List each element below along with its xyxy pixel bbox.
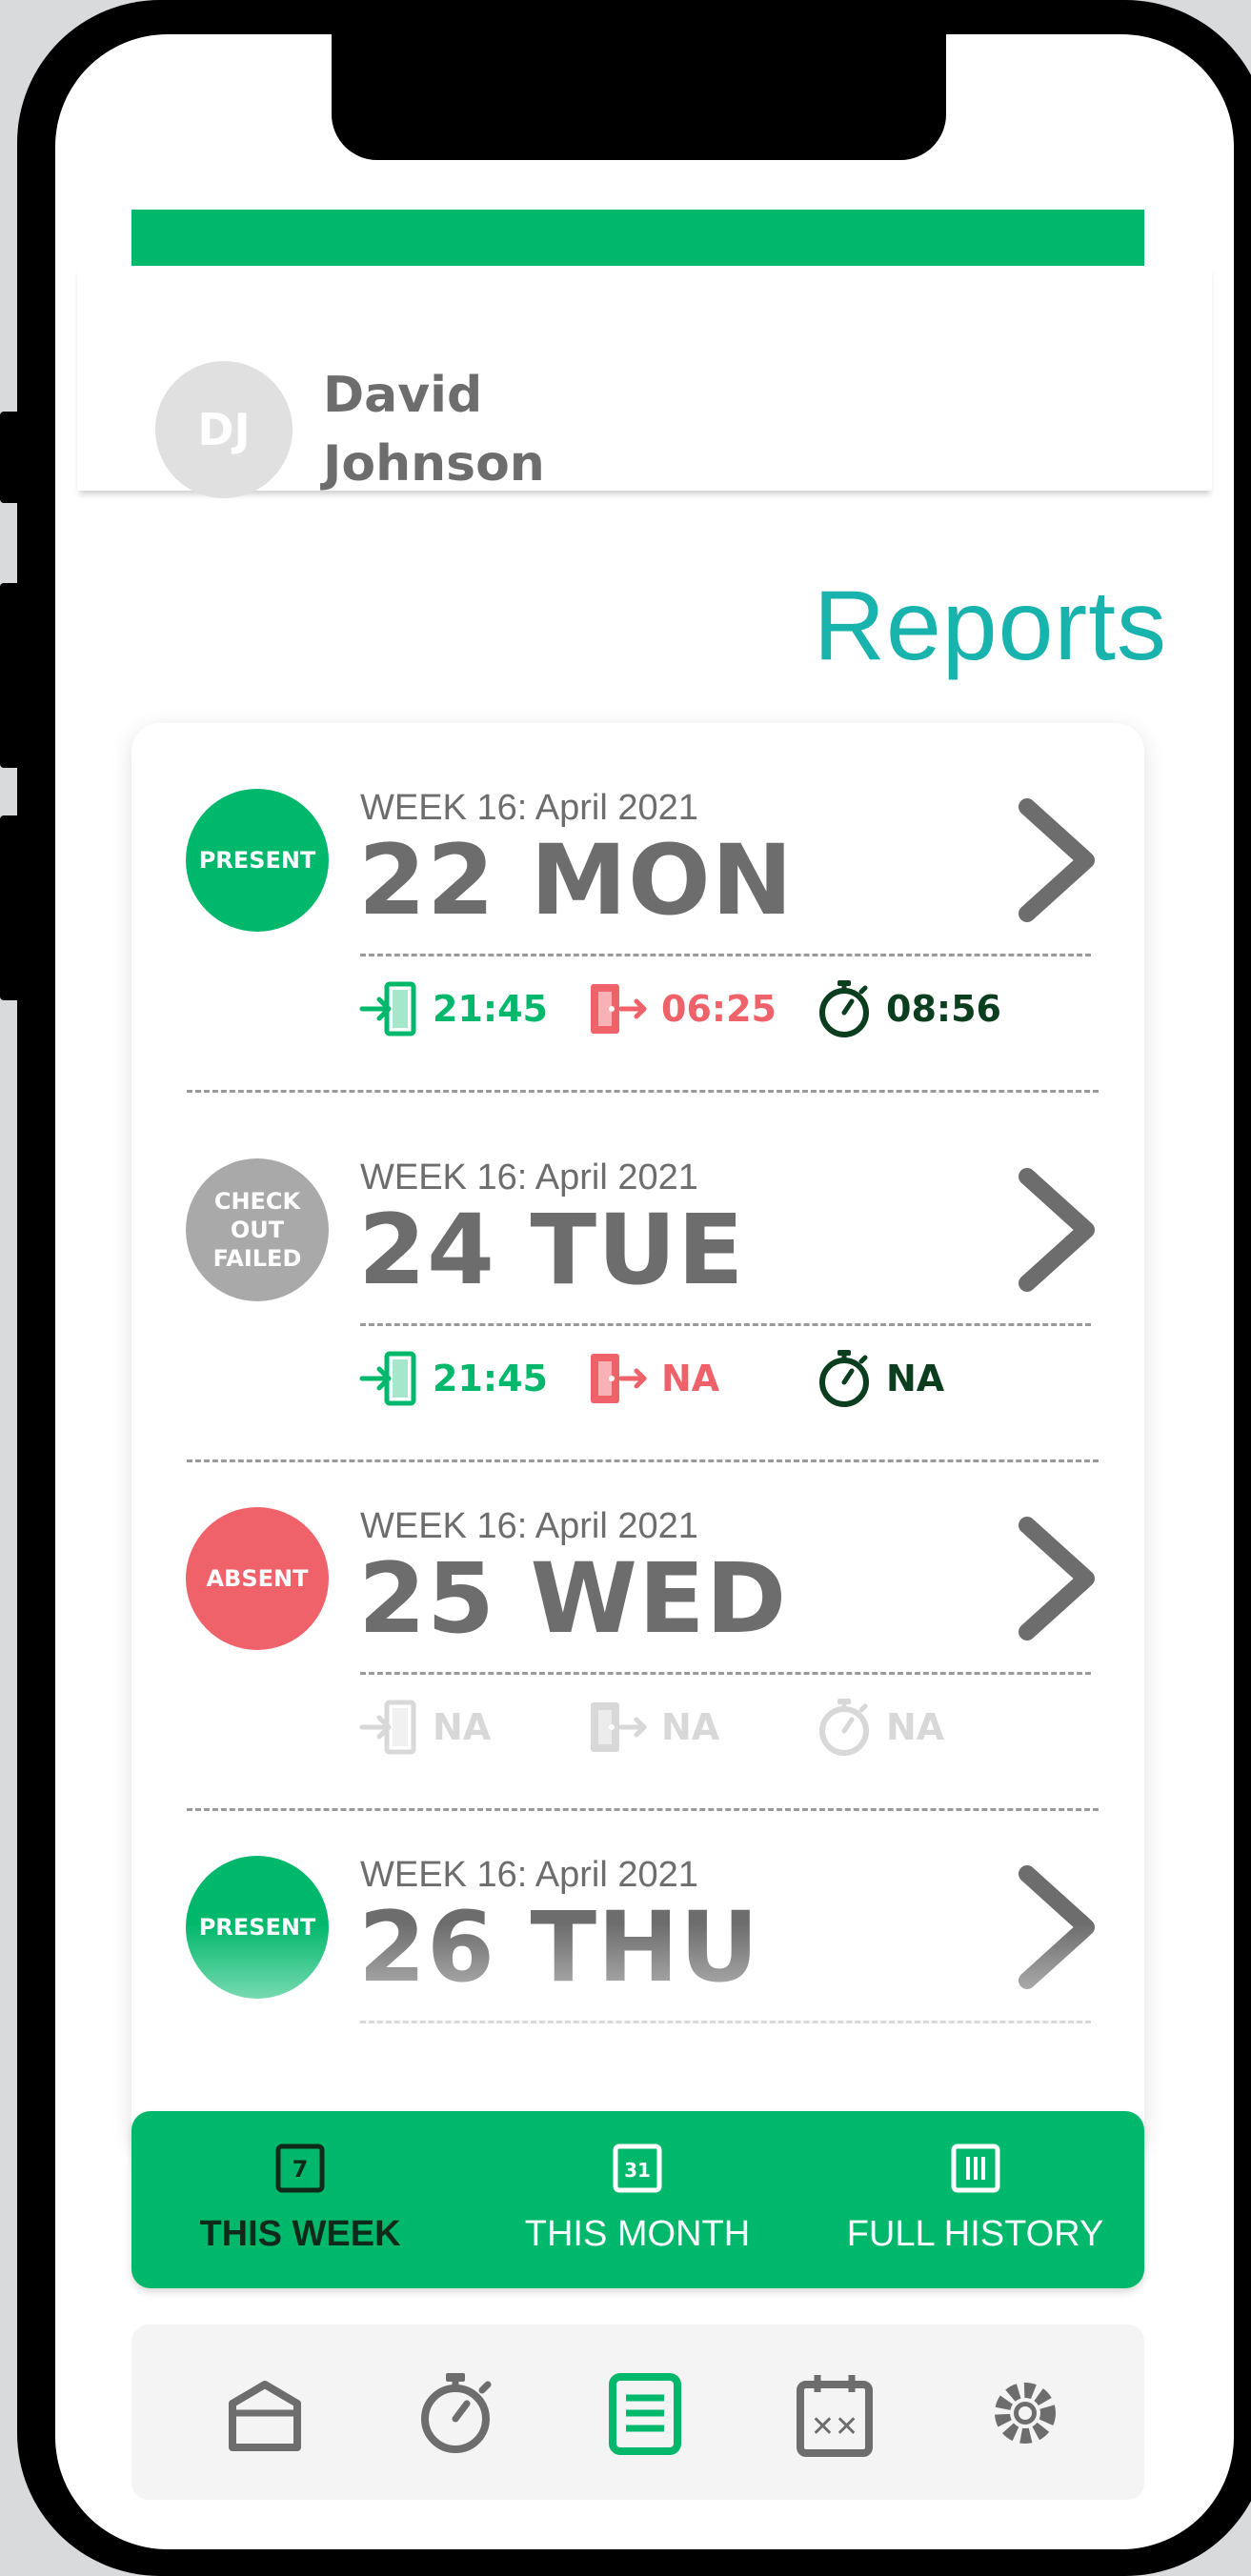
stopwatch-icon[interactable]	[410, 2367, 501, 2459]
tab-label: THIS WEEK	[199, 2214, 401, 2254]
tab-label: THIS MONTH	[524, 2214, 751, 2254]
reports-icon[interactable]	[599, 2367, 691, 2459]
duration-time: NA	[812, 1697, 944, 1758]
report-item[interactable]: PRESENT WEEK 16: April 2021 22 MON 21:45…	[131, 723, 1144, 1093]
history-columns-icon	[951, 2143, 999, 2193]
tab-this-week[interactable]: 7 THIS WEEK	[131, 2111, 469, 2288]
check-out-time: NA	[587, 1697, 719, 1758]
svg-text:31: 31	[624, 2159, 651, 2182]
tab-label: FULL HISTORY	[846, 2214, 1104, 2254]
duration-time: 08:56	[812, 978, 1001, 1039]
bottom-navigation: ✕✕	[131, 2324, 1144, 2500]
notch	[332, 34, 946, 160]
report-separator	[360, 1323, 1091, 1326]
status-badge: CHECK OUT FAILED	[186, 1158, 329, 1301]
svg-text:7: 7	[293, 2156, 309, 2183]
check-out-value: NA	[661, 1358, 720, 1399]
home-icon[interactable]	[219, 2367, 311, 2459]
duration-value: 08:56	[886, 988, 1001, 1030]
status-badge: PRESENT	[186, 789, 329, 932]
calendar-7-icon: 7	[275, 2143, 325, 2193]
check-in-value: NA	[433, 1706, 492, 1748]
user-last-name: Johnson	[323, 435, 545, 493]
user-name: David Johnson	[323, 361, 545, 498]
report-day: 22 MON	[358, 824, 795, 937]
report-separator	[360, 954, 1091, 956]
side-button-silent	[0, 412, 17, 503]
check-out-time: 06:25	[587, 978, 777, 1039]
profile-header: DJ David Johnson	[77, 266, 1212, 498]
duration-value: NA	[886, 1706, 945, 1748]
report-list: PRESENT WEEK 16: April 2021 22 MON 21:45…	[131, 723, 1144, 2152]
page-title: Reports	[813, 571, 1167, 681]
report-day: 25 WED	[358, 1542, 788, 1656]
check-in-value: 21:45	[433, 988, 548, 1030]
settings-icon[interactable]	[979, 2367, 1071, 2459]
tab-full-history[interactable]: FULL HISTORY	[806, 2111, 1144, 2288]
svg-text:✕✕: ✕✕	[811, 2410, 858, 2444]
side-button-volume-up	[0, 583, 17, 768]
side-button-volume-down	[0, 815, 17, 1000]
report-item[interactable]: ABSENT WEEK 16: April 2021 25 WED NA NA …	[131, 1441, 1144, 1811]
check-in-time: 21:45	[358, 978, 548, 1039]
status-badge: ABSENT	[186, 1507, 329, 1650]
report-item[interactable]: CHECK OUT FAILED WEEK 16: April 2021 24 TU…	[131, 1093, 1144, 1462]
check-in-time: 21:45	[358, 1348, 548, 1409]
check-out-value: 06:25	[661, 988, 777, 1030]
duration-value: NA	[886, 1358, 945, 1399]
app-screen: DJ David Johnson Reports PRESENT WEEK 16…	[55, 34, 1234, 2549]
top-accent-bar	[131, 210, 1144, 266]
avatar[interactable]: DJ	[155, 361, 293, 498]
report-separator	[360, 1672, 1091, 1675]
duration-time: NA	[812, 1348, 944, 1409]
report-week: WEEK 16: April 2021	[360, 1506, 698, 1546]
report-week: WEEK 16: April 2021	[360, 788, 698, 828]
phone-frame: DJ David Johnson Reports PRESENT WEEK 16…	[17, 0, 1251, 2576]
tab-this-month[interactable]: 31 THIS MONTH	[469, 2111, 806, 2288]
check-out-value: NA	[661, 1706, 720, 1748]
report-week: WEEK 16: April 2021	[360, 1855, 698, 1895]
check-out-time: NA	[587, 1348, 719, 1409]
calendar-31-icon: 31	[613, 2143, 662, 2193]
report-week: WEEK 16: April 2021	[360, 1157, 698, 1197]
check-in-time: NA	[358, 1697, 491, 1758]
period-tabs: 7 THIS WEEK 31 THIS MONTH FULL HISTORY	[131, 2111, 1144, 2288]
user-first-name: David	[323, 367, 483, 424]
calendar-icon[interactable]: ✕✕	[789, 2367, 880, 2459]
check-in-value: 21:45	[433, 1358, 548, 1399]
report-day: 24 TUE	[358, 1194, 745, 1307]
